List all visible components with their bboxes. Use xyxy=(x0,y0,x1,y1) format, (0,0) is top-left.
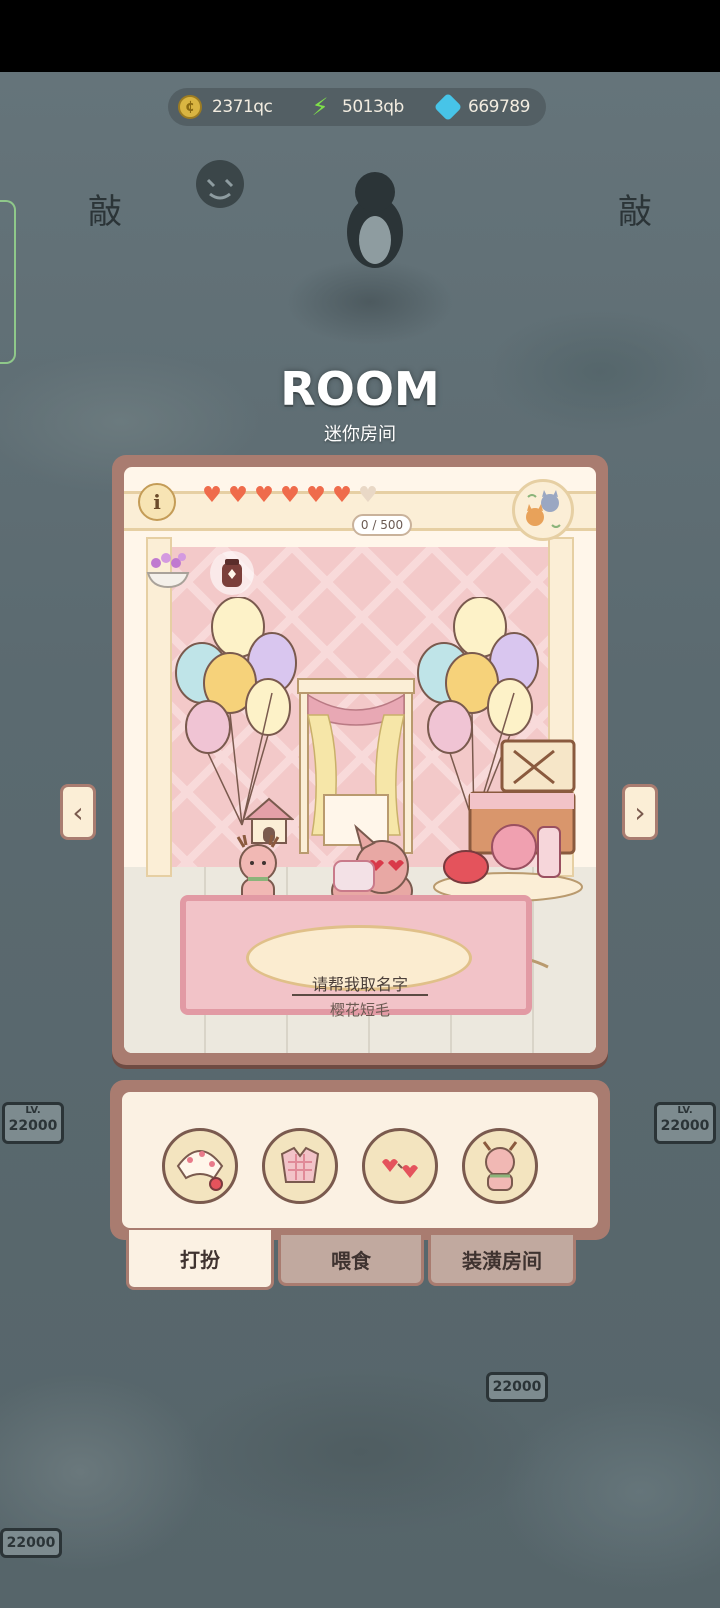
heart-icon: ♥ xyxy=(332,483,352,508)
affection-hearts: ♥ ♥ ♥ ♥ ♥ ♥ ♥ xyxy=(200,485,380,507)
chevron-right-icon: › xyxy=(634,795,646,829)
heart-icon: ♥ xyxy=(306,483,326,508)
pet-breed-label: 樱花短毛 xyxy=(329,1001,390,1019)
tab-dress-up[interactable]: 打扮 xyxy=(126,1230,274,1290)
background-price-sign: 22000 xyxy=(486,1372,548,1402)
switch-pet-button[interactable] xyxy=(512,479,574,541)
coin-icon: ¢ xyxy=(178,95,202,119)
side-drawer-handle[interactable] xyxy=(0,200,16,364)
item-slot-pet[interactable] xyxy=(462,1128,538,1204)
pumpkin-icon xyxy=(196,160,244,208)
background-level-sign: LV. 22000 xyxy=(2,1102,64,1144)
background-knock-text-right: 敲 xyxy=(618,192,652,232)
heart-empty-icon: ♥ xyxy=(358,483,378,508)
tab-decorate-room[interactable]: 装潢房间 xyxy=(428,1232,576,1286)
item-slot-hat[interactable] xyxy=(162,1128,238,1204)
balloons-left xyxy=(175,597,297,826)
customize-panel-inner xyxy=(122,1092,598,1228)
heart-icon: ♥ xyxy=(280,483,300,508)
pet-name-underline xyxy=(292,994,428,996)
room-rug xyxy=(180,895,532,1015)
coin-counter[interactable]: ¢ 2371qc xyxy=(178,88,273,126)
background-knock-text-left: 敲 xyxy=(88,192,122,232)
chevron-left-icon: ‹ xyxy=(72,795,84,829)
info-button[interactable]: i xyxy=(138,483,176,521)
currency-bar: ¢ 2371qc ⚡ 5013qb 669789 xyxy=(168,88,546,126)
page-title: ROOM xyxy=(280,362,440,416)
gem-counter[interactable]: 669789 xyxy=(433,88,530,126)
gem-value: 669789 xyxy=(468,97,530,117)
previous-room-button[interactable]: ‹ xyxy=(60,784,96,840)
jar-button[interactable] xyxy=(210,551,254,595)
gingham-outfit-icon xyxy=(280,1146,320,1183)
status-bar xyxy=(0,0,720,72)
heart-icon: ♥ xyxy=(228,483,248,508)
item-slot-accessory[interactable] xyxy=(362,1128,438,1204)
affection-progress: 0 / 500 xyxy=(352,514,412,536)
lightning-icon: ⚡ xyxy=(311,93,329,121)
pet-name-input[interactable]: 请帮我取名字 xyxy=(124,971,596,995)
next-room-button[interactable]: › xyxy=(622,784,658,840)
coin-value: 2371qc xyxy=(212,97,273,117)
energy-counter[interactable]: ⚡ 5013qb xyxy=(308,88,405,126)
energy-value: 5013qb xyxy=(342,97,404,117)
room-view: i ♥ ♥ ♥ ♥ ♥ ♥ ♥ 0 / 500 请帮我取名字 樱花短毛 xyxy=(124,467,596,1053)
polka-dot-hat-icon xyxy=(176,1150,224,1191)
cats-icon xyxy=(526,490,561,528)
deer-costume-icon xyxy=(482,1141,518,1191)
page-subtitle: 迷你房间 xyxy=(324,424,396,445)
background-price-sign: 22000 xyxy=(0,1528,62,1558)
heart-glasses-icon xyxy=(382,1159,418,1178)
gem-icon xyxy=(433,92,463,122)
room-frame: i ♥ ♥ ♥ ♥ ♥ ♥ ♥ 0 / 500 请帮我取名字 樱花短毛 xyxy=(112,455,608,1065)
background-level-sign: LV. 22000 xyxy=(654,1102,716,1144)
heart-icon: ♥ xyxy=(254,483,274,508)
penguin-figure-icon xyxy=(347,172,403,268)
tab-feed[interactable]: 喂食 xyxy=(278,1232,424,1286)
flower-bowl-icon xyxy=(146,553,190,589)
heart-icon: ♥ xyxy=(202,483,222,508)
jar-icon xyxy=(222,559,242,587)
customize-panel xyxy=(110,1080,610,1240)
item-slot-outfit[interactable] xyxy=(262,1128,338,1204)
